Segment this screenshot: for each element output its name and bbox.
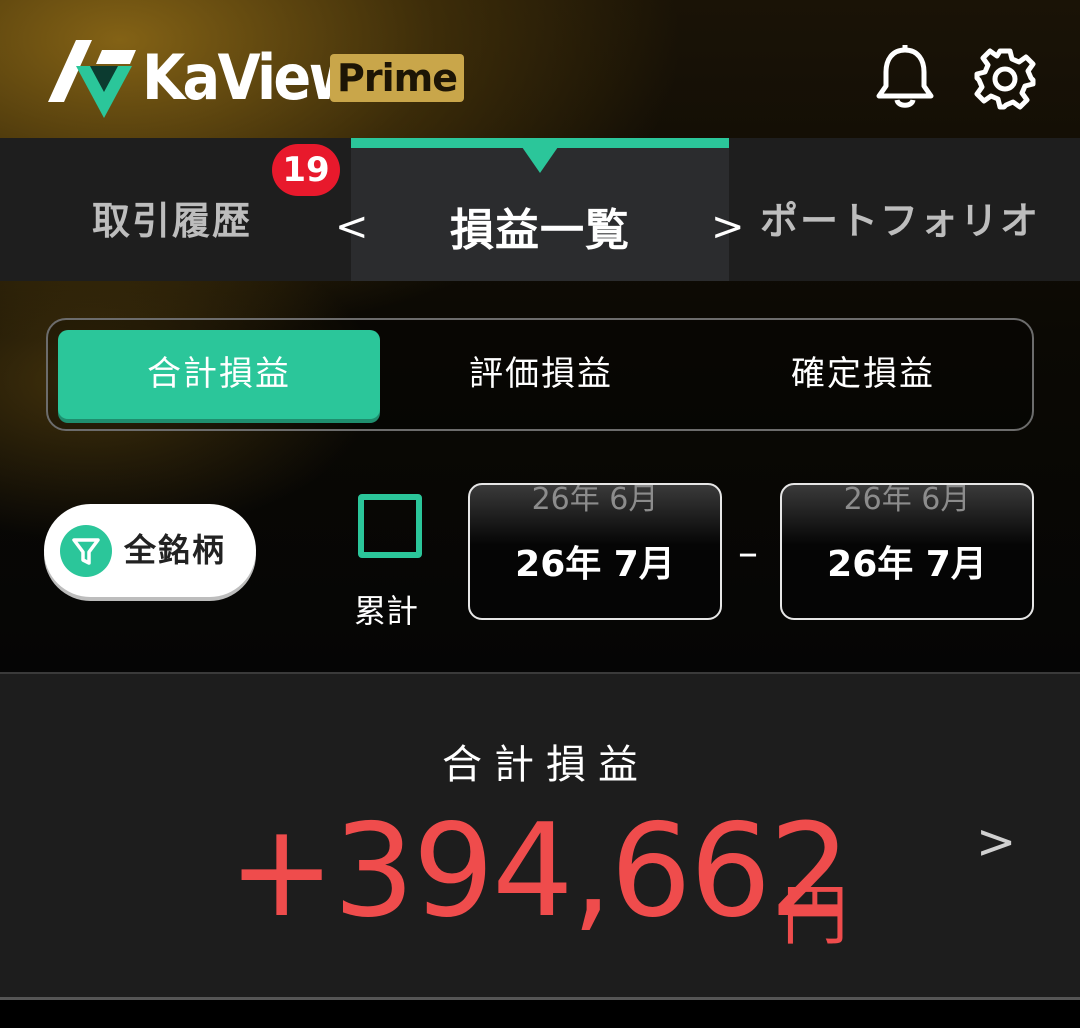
active-tab-pointer [522, 147, 558, 173]
filter-icon [60, 525, 112, 577]
notification-badge: 19 [272, 144, 340, 196]
end-month-prev: 26年 6月 [843, 483, 971, 517]
tab-profit-loss[interactable]: < 損益一覧 > [335, 138, 745, 281]
logo-mark-icon [48, 40, 136, 118]
summary-title: 合計損益 [442, 742, 650, 788]
total-pl-value: +394,662 [228, 797, 851, 946]
cumulative-label: 累計 [354, 592, 419, 630]
bell-icon[interactable] [874, 44, 936, 110]
segment-total-pl[interactable]: 合計損益 [58, 330, 380, 419]
currency-unit: 円 [782, 877, 848, 954]
chevron-right-icon[interactable]: > [976, 814, 1016, 870]
tab-trade-history[interactable]: 取引履歴 19 [0, 138, 351, 281]
tab-profit-loss-label: 損益一覧 [450, 205, 630, 256]
start-month-prev: 26年 6月 [531, 483, 659, 517]
tab-trade-history-label: 取引履歴 [92, 199, 253, 243]
cumulative-checkbox[interactable] [358, 494, 422, 558]
logo-text: KaView [142, 41, 360, 114]
chevron-right-icon[interactable]: > [711, 204, 745, 250]
prime-badge: Prime [330, 54, 464, 102]
end-month-picker[interactable]: 26年 6月 26年 7月 [780, 483, 1034, 620]
segment-realized-pl[interactable]: 確定損益 [702, 320, 1024, 429]
tab-bar: 取引履歴 19 < 損益一覧 > ポートフォリオ [0, 138, 1080, 281]
date-range-dash: – [738, 530, 758, 576]
tab-portfolio[interactable]: ポートフォリオ [760, 190, 1040, 245]
total-pl-summary-card[interactable]: 合計損益 +394,662 円 > [0, 672, 1080, 1000]
end-month-value: 26年 7月 [827, 544, 987, 585]
segment-unrealized-pl[interactable]: 評価損益 [380, 320, 702, 429]
stock-filter-button[interactable]: 全銘柄 [44, 504, 256, 597]
app-header: KaView Prime [0, 0, 1080, 138]
stock-filter-label: 全銘柄 [124, 531, 227, 569]
gear-icon[interactable] [974, 48, 1036, 110]
start-month-value: 26年 7月 [515, 544, 675, 585]
start-month-picker[interactable]: 26年 6月 26年 7月 [468, 483, 722, 620]
pl-type-segment: 合計損益 評価損益 確定損益 [46, 318, 1034, 431]
